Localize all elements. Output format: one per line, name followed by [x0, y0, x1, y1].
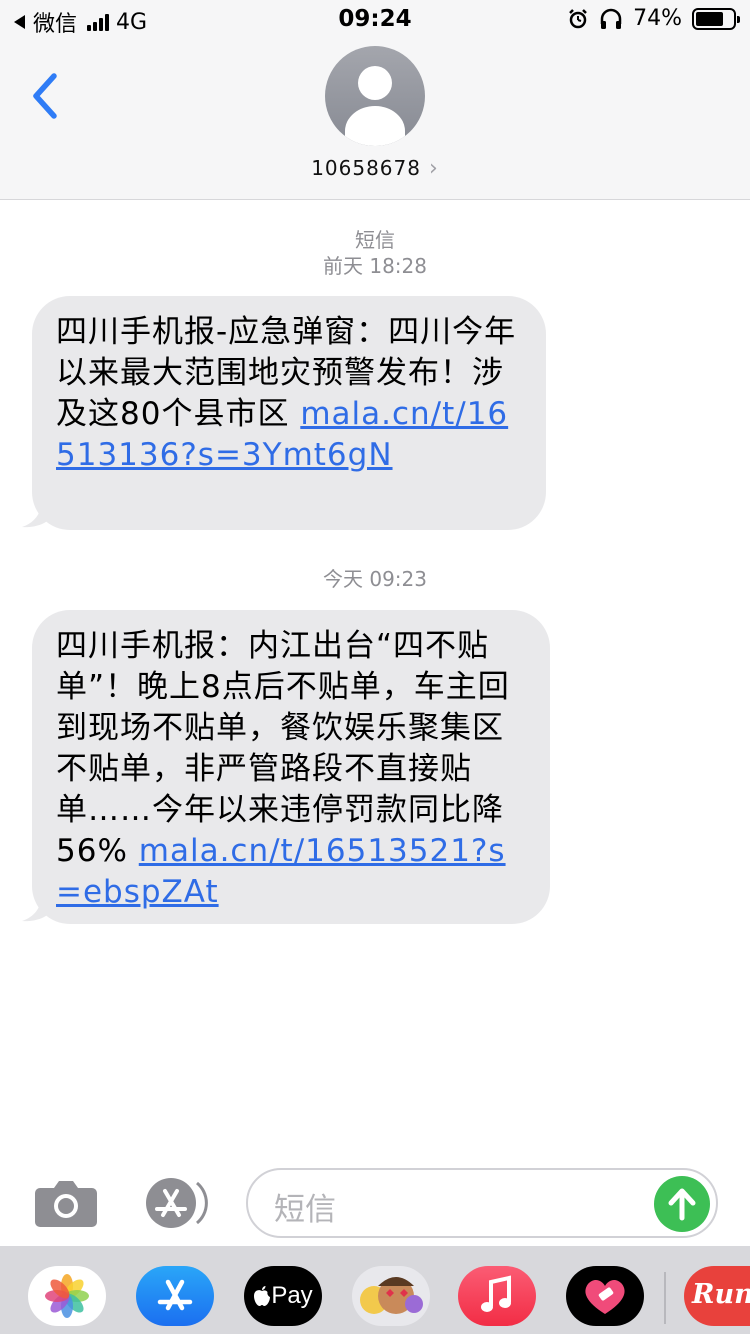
heart-icon: [585, 1279, 625, 1314]
status-bar: 微信 4G 09:24 74%: [0, 0, 750, 40]
message-input-placeholder: 短信: [274, 1192, 336, 1228]
send-button[interactable]: [654, 1176, 710, 1232]
dock-divider: [664, 1272, 666, 1324]
camera-button[interactable]: [34, 1178, 98, 1228]
apple-pay-label: Pay: [271, 1282, 313, 1309]
apple-pay-app[interactable]: Pay: [244, 1266, 322, 1326]
photos-icon: [45, 1274, 89, 1318]
music-app[interactable]: [458, 1266, 536, 1326]
message-bubble-1[interactable]: 四川手机报-应急弹窗：四川今年以来最大范围地灾预警发布！涉及这80个县市区 ma…: [32, 296, 546, 530]
timestamp-2: 今天 09:23: [323, 567, 427, 591]
photos-app[interactable]: [28, 1266, 106, 1326]
app-drawer: Pay Run: [0, 1246, 750, 1334]
send-arrow-icon: [668, 1188, 696, 1221]
back-chevron-icon: [33, 73, 57, 119]
app-store-button[interactable]: [140, 1177, 212, 1229]
run-app-label: Run: [692, 1279, 750, 1310]
status-right: 74%: [567, 6, 740, 31]
chevron-right-icon: ›: [428, 156, 439, 181]
message-bubble-2[interactable]: 四川手机报：内江出台“四不贴单”！晚上8点后不贴单，车主回到现场不贴单，餐饮娱乐…: [32, 610, 550, 924]
memoji-app[interactable]: [352, 1266, 430, 1326]
health-app[interactable]: [566, 1266, 644, 1326]
music-icon: [481, 1275, 511, 1312]
apple-logo-icon: [254, 1286, 271, 1306]
alarm-icon: [569, 8, 587, 28]
message-input[interactable]: 短信: [246, 1168, 718, 1238]
contact-number: 10658678: [311, 156, 421, 180]
run-app[interactable]: Run: [684, 1266, 750, 1326]
camera-icon: [35, 1181, 97, 1227]
back-button[interactable]: [28, 70, 68, 122]
avatar-body-shape: [345, 106, 405, 146]
battery-level-fill: [696, 11, 723, 26]
headphones-icon: [600, 8, 622, 29]
contact-avatar[interactable]: [325, 46, 425, 146]
battery-cap: [737, 15, 740, 23]
app-store-a-icon: [157, 1279, 193, 1311]
avatar-head-shape: [358, 66, 392, 100]
battery-percent: 74%: [633, 6, 682, 31]
memoji-icon: [360, 1277, 423, 1314]
app-store-app[interactable]: [136, 1266, 214, 1326]
service-label: 短信: [355, 228, 395, 252]
timestamp-1: 前天 18:28: [323, 254, 427, 278]
app-store-icon: [146, 1178, 208, 1228]
contact-title[interactable]: 10658678 ›: [0, 156, 750, 181]
battery-icon: [692, 7, 740, 30]
